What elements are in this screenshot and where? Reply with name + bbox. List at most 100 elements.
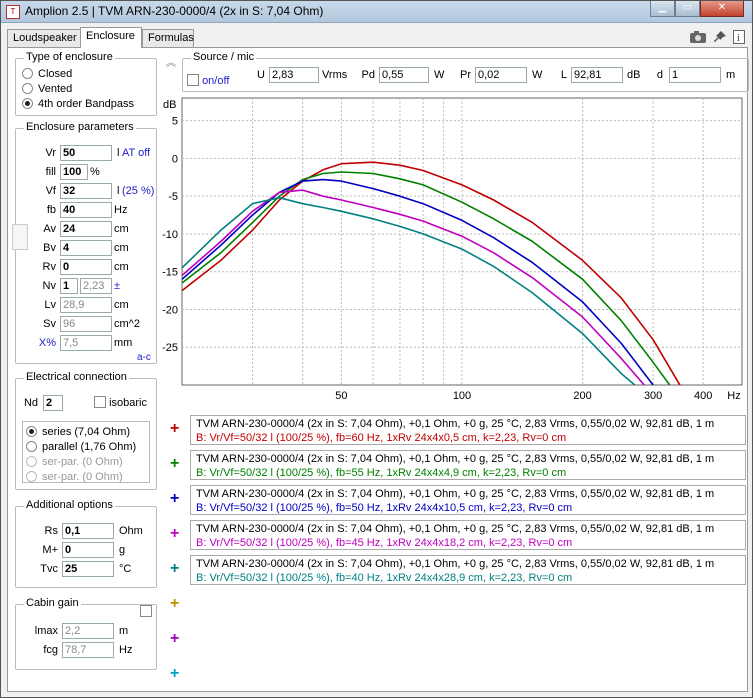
enclosure-params-group: Enclosure parameters Vr 50 l AT off fill… xyxy=(12,121,157,364)
rv-input[interactable]: 0 xyxy=(60,259,112,275)
u-label: U xyxy=(257,69,265,81)
vr-input[interactable]: 50 xyxy=(60,145,112,161)
legend-row[interactable]: + TVM ARN-230-0000/4 (2x in S: 7,04 Ohm),… xyxy=(168,555,748,587)
enclosure-type-group: Type of enclosure Closed Vented 4th orde… xyxy=(15,51,157,116)
maximize-button[interactable]: ▭ xyxy=(675,1,700,17)
xpct-label[interactable]: X% xyxy=(16,337,56,349)
isobaric-checkbox[interactable]: isobaric xyxy=(94,396,147,409)
legend-row[interactable]: + TVM ARN-230-0000/4 (2x in S: 7,04 Ohm),… xyxy=(168,415,748,447)
d-input[interactable]: 1 xyxy=(669,67,721,83)
legend-enclosure-text: B: Vr/Vf=50/32 l (100/25 %), fb=55 Hz, 1… xyxy=(196,467,567,479)
ac-link[interactable]: a-c xyxy=(137,352,151,363)
legend-entry[interactable]: TVM ARN-230-0000/4 (2x in S: 7,04 Ohm), … xyxy=(190,450,746,480)
x-tick-label: 100 xyxy=(453,390,471,402)
vf-input[interactable]: 32 xyxy=(60,183,112,199)
add-curve-icon[interactable]: + xyxy=(170,631,179,647)
nv-input[interactable]: 1 xyxy=(60,278,78,294)
fill-input[interactable]: 100 xyxy=(60,164,88,180)
source-onoff-checkbox[interactable]: on/off xyxy=(187,74,229,87)
fcg-input: 78,7 xyxy=(62,642,114,658)
tab-formulas[interactable]: Formulas xyxy=(142,29,194,47)
add-curve-icon[interactable]: + xyxy=(170,666,179,682)
tvc-unit: °C xyxy=(119,563,132,575)
av-input[interactable]: 24 xyxy=(60,221,112,237)
legend-driver-text: TVM ARN-230-0000/4 (2x in S: 7,04 Ohm), … xyxy=(196,488,715,500)
legend-driver-text: TVM ARN-230-0000/4 (2x in S: 7,04 Ohm), … xyxy=(196,453,715,465)
pd-input[interactable]: 0,55 xyxy=(379,67,429,83)
radio-closed[interactable]: Closed xyxy=(22,68,72,80)
toolbar-icons: i xyxy=(689,29,749,45)
u-input[interactable]: 2,83 xyxy=(269,67,319,83)
legend-entry[interactable]: TVM ARN-230-0000/4 (2x in S: 7,04 Ohm), … xyxy=(190,415,746,445)
rv-label: Rv xyxy=(42,261,56,273)
cabin-gain-checkbox[interactable] xyxy=(140,605,152,617)
camera-icon[interactable] xyxy=(689,30,707,44)
fill-label: fill xyxy=(45,166,56,178)
window-title: Amplion 2.5 | TVM ARN-230-0000/4 (2x in … xyxy=(25,4,324,18)
group-title: Type of enclosure xyxy=(24,51,115,63)
rs-input[interactable]: 0,1 xyxy=(62,523,114,539)
pr-input[interactable]: 0,02 xyxy=(475,67,527,83)
close-button[interactable]: ✕ xyxy=(700,1,744,17)
legend-enclosure-text: B: Vr/Vf=50/32 l (100/25 %), fb=50 Hz, 1… xyxy=(196,502,573,514)
fb-label: fb xyxy=(46,204,56,216)
xpct-unit: mm xyxy=(114,337,133,349)
legend-row[interactable]: + TVM ARN-230-0000/4 (2x in S: 7,04 Ohm),… xyxy=(168,520,748,552)
svg-text:i: i xyxy=(737,33,740,44)
title-bar: T Amplion 2.5 | TVM ARN-230-0000/4 (2x i… xyxy=(1,1,752,23)
vr-unit: l xyxy=(117,147,120,159)
l-input[interactable]: 92,81 xyxy=(571,67,623,83)
legend-row[interactable]: + TVM ARN-230-0000/4 (2x in S: 7,04 Ohm),… xyxy=(168,450,748,482)
legend-entry[interactable]: TVM ARN-230-0000/4 (2x in S: 7,04 Ohm), … xyxy=(190,555,746,585)
info-icon[interactable]: i xyxy=(733,30,745,44)
bv-unit: cm xyxy=(114,242,129,254)
mplus-input[interactable]: 0 xyxy=(62,542,114,558)
fb-input[interactable]: 40 xyxy=(60,202,112,218)
legend-row[interactable]: + TVM ARN-230-0000/4 (2x in S: 7,04 Ohm),… xyxy=(168,485,748,517)
add-curve-icon[interactable]: + xyxy=(170,596,179,612)
tab-enclosure[interactable]: Enclosure xyxy=(80,27,142,48)
tab-loudspeaker[interactable]: Loudspeaker xyxy=(7,29,81,47)
rs-unit: Ohm xyxy=(119,525,143,537)
k-value: 2,23 xyxy=(80,278,112,294)
radio-serpar-1: ser-par. (0 Ohm) xyxy=(26,456,123,468)
pd-label: Pd xyxy=(361,69,375,81)
add-curve-icon[interactable]: + xyxy=(170,421,179,437)
add-curve-icon[interactable]: + xyxy=(170,526,179,542)
x-tick-label: 300 xyxy=(644,390,662,402)
radio-vented[interactable]: Vented xyxy=(22,83,72,95)
lv-unit: cm xyxy=(114,299,129,311)
checkbox-icon xyxy=(187,74,199,86)
at-off-link[interactable]: AT off xyxy=(122,147,150,159)
radio-label: parallel (1,76 Ohm) xyxy=(42,441,137,453)
radio-parallel[interactable]: parallel (1,76 Ohm) xyxy=(26,441,136,453)
radio-selected-icon xyxy=(26,426,37,437)
fb-unit: Hz xyxy=(114,204,128,216)
app-icon: T xyxy=(6,5,20,19)
tvc-input[interactable]: 25 xyxy=(62,561,114,577)
legend-entry[interactable]: TVM ARN-230-0000/4 (2x in S: 7,04 Ohm), … xyxy=(190,520,746,550)
radio-bandpass[interactable]: 4th order Bandpass xyxy=(22,98,134,110)
plusminus-toggle[interactable]: ± xyxy=(114,280,120,292)
bv-input[interactable]: 4 xyxy=(60,240,112,256)
collapse-icon[interactable]: ︽ xyxy=(164,58,178,72)
y-tick-label: 5 xyxy=(172,116,178,128)
add-curve-icon[interactable]: + xyxy=(170,491,179,507)
legend-enclosure-text: B: Vr/Vf=50/32 l (100/25 %), fb=40 Hz, 1… xyxy=(196,572,573,584)
lmax-input: 2,2 xyxy=(62,623,114,639)
x-axis-label: Hz xyxy=(727,390,740,402)
sv-input: 96 xyxy=(60,316,112,332)
y-tick-label: -5 xyxy=(168,191,178,203)
nd-input[interactable]: 2 xyxy=(43,395,63,411)
lmax-label: lmax xyxy=(34,625,58,637)
pin-icon[interactable] xyxy=(713,30,727,44)
legend-entry[interactable]: TVM ARN-230-0000/4 (2x in S: 7,04 Ohm), … xyxy=(190,485,746,515)
add-curve-icon[interactable]: + xyxy=(170,561,179,577)
x-tick-label: 200 xyxy=(573,390,591,402)
l-unit: dB xyxy=(627,69,641,81)
radio-label: 4th order Bandpass xyxy=(38,98,135,110)
minimize-button[interactable]: ▁ xyxy=(650,1,675,17)
d-label: d xyxy=(656,69,663,81)
radio-series[interactable]: series (7,04 Ohm) xyxy=(26,426,130,438)
add-curve-icon[interactable]: + xyxy=(170,456,179,472)
